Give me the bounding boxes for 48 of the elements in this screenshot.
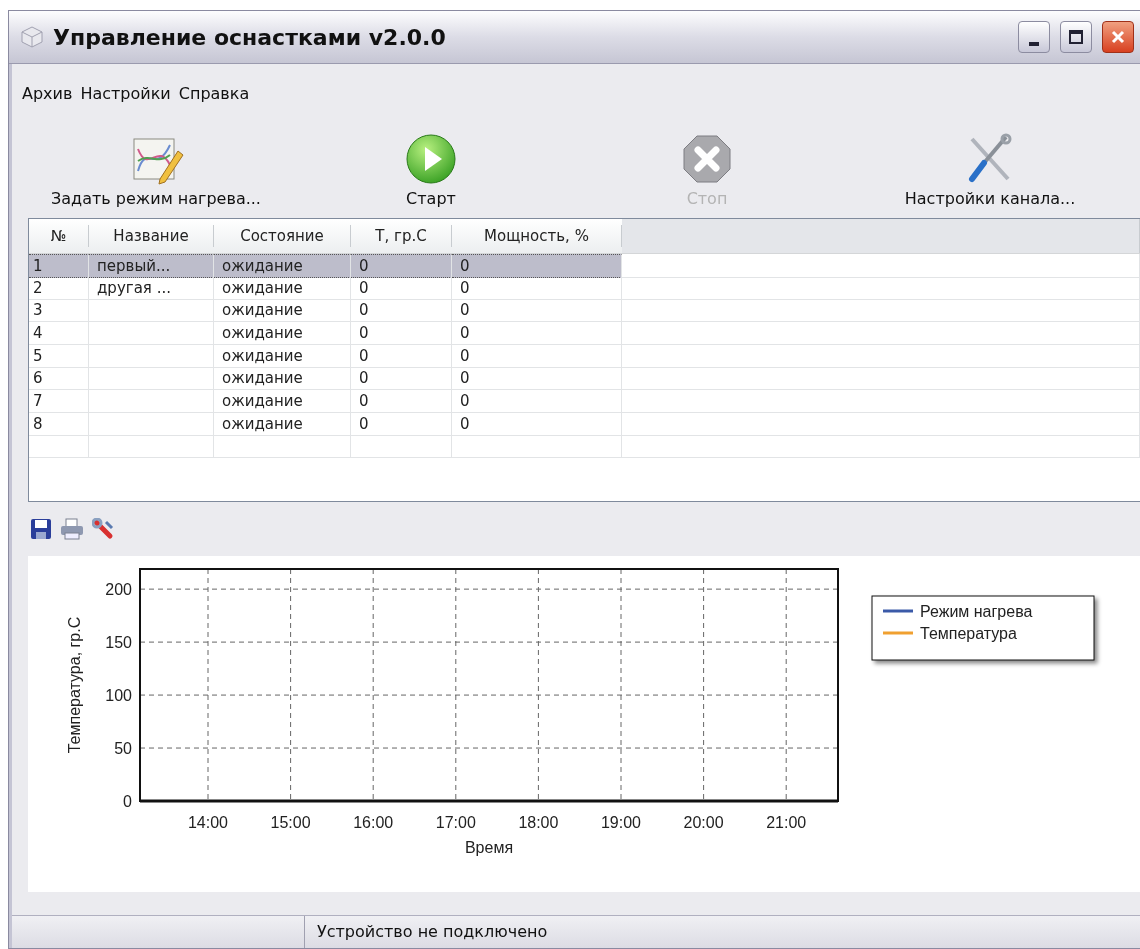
x-tick-label: 20:00 — [683, 814, 724, 831]
table-row[interactable]: 3 ожидание 0 0 — [29, 299, 1140, 323]
table-row[interactable]: 8 ожидание 0 0 — [29, 412, 1140, 436]
y-tick-label: 0 — [123, 793, 132, 810]
table-row[interactable]: 4 ожидание 0 0 — [29, 322, 1140, 345]
table-row[interactable]: 5 ожидание 0 0 — [29, 344, 1140, 368]
y-tick-label: 150 — [105, 634, 132, 652]
column-header[interactable]: № — [29, 225, 89, 247]
x-axis-title: Время — [464, 839, 514, 856]
y-axis-title: Температура, гр.С — [66, 616, 83, 754]
legend-swatch — [883, 631, 913, 635]
column-header[interactable]: Название — [89, 225, 214, 247]
column-header[interactable]: T, гр.С — [351, 225, 452, 247]
x-tick-label: 16:00 — [353, 814, 394, 831]
y-tick-label: 100 — [105, 687, 132, 705]
minimize-icon — [1029, 42, 1039, 46]
save-icon[interactable] — [30, 518, 52, 540]
close-icon — [1110, 29, 1126, 45]
close-button[interactable] — [1102, 21, 1134, 53]
x-tick-label: 18:00 — [518, 814, 559, 831]
legend-swatch — [883, 609, 913, 613]
x-tick-label: 14:00 — [188, 814, 228, 831]
x-tick-label: 15:00 — [270, 814, 311, 831]
x-tick-label: 21:00 — [766, 814, 807, 831]
play-icon — [405, 133, 457, 185]
table-row[interactable]: 6 ожидание 0 0 — [29, 367, 1140, 391]
y-tick-label: 50 — [114, 740, 132, 758]
maximize-button[interactable] — [1060, 21, 1092, 53]
x-tick-label: 19:00 — [601, 814, 641, 831]
table-row[interactable]: 2 другая ... ожидание 0 0 — [29, 276, 1140, 300]
column-header[interactable]: Состояние — [214, 225, 351, 247]
minimize-button[interactable] — [1018, 21, 1050, 53]
x-tick-label: 17:00 — [435, 814, 476, 831]
toolbar-button[interactable]: Старт — [300, 98, 562, 208]
table-cell — [29, 435, 89, 459]
window-title: Управление оснастками v2.0.0 — [53, 24, 447, 50]
table-row[interactable]: 1 первый... ожидание 0 0 — [29, 254, 1140, 277]
table-row[interactable]: 7 ожидание 0 0 — [29, 390, 1140, 413]
stop-icon — [681, 133, 733, 185]
legend-label: Режим нагрева — [920, 603, 1033, 620]
wrench-icon[interactable] — [92, 518, 116, 540]
legend-label: Температура — [920, 625, 1017, 642]
status-text: Устройство не подключено — [316, 921, 548, 943]
app-icon — [21, 26, 43, 48]
y-tick-label: 200 — [105, 581, 132, 599]
toolbar-button[interactable]: Настройки канала... — [852, 98, 1128, 208]
printer-icon[interactable] — [60, 518, 84, 540]
maximize-icon — [1068, 29, 1084, 45]
